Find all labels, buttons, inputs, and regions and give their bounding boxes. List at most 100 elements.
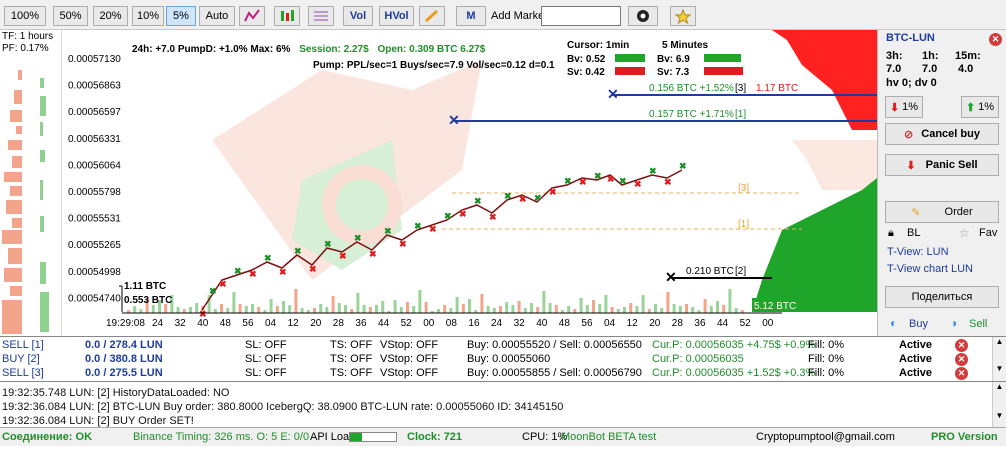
- eye-icon-button[interactable]: [628, 6, 658, 26]
- fav-label[interactable]: Fav: [979, 227, 997, 239]
- cancel-order-icon[interactable]: ✕: [955, 353, 968, 366]
- price-tick-label: 0.00054998: [68, 267, 121, 278]
- volume-bar: [486, 306, 490, 313]
- pencil-icon-button[interactable]: [419, 6, 445, 26]
- volume-bar: [554, 305, 558, 313]
- time-axis: 19:29:08 24 32 40 48 56 04 12 20 28 36 44 52 00 08 16 24…: [106, 318, 774, 329]
- zoom-50-button[interactable]: 50%: [53, 6, 88, 26]
- panic-sell-button[interactable]: ⬇ Panic Sell: [885, 154, 999, 176]
- trend-icon-button[interactable]: [239, 6, 265, 26]
- five-min-sv-bar: [704, 67, 743, 75]
- cursor-bv: Bv: 0.52: [567, 54, 606, 65]
- volume-bar: [226, 308, 230, 313]
- cancel-order-icon[interactable]: ✕: [955, 367, 968, 380]
- star-icon-button[interactable]: [670, 6, 696, 26]
- m-button[interactable]: M: [456, 6, 486, 26]
- time-tick-label: 32: [514, 318, 526, 329]
- time-tick-label: 12: [627, 318, 639, 329]
- trade-marker: ✖: [279, 267, 287, 277]
- time-tick-label: 12: [288, 318, 300, 329]
- lines-icon-button[interactable]: [308, 6, 334, 26]
- lines-icon: [314, 11, 328, 21]
- volume-bar: [579, 298, 583, 313]
- log-line: 19:32:36.084 LUN: [2] BUY Order SET!: [2, 415, 194, 427]
- order-sl: SL: OFF: [245, 339, 287, 351]
- buy-link[interactable]: Buy: [909, 318, 928, 330]
- time-tick-label: 00: [762, 318, 774, 329]
- scroll-up-icon[interactable]: ▲: [993, 337, 1006, 346]
- zoom-10-button[interactable]: 10%: [132, 6, 164, 26]
- order-amount: 0.0 / 275.5 LUN: [85, 367, 163, 379]
- five-min-title: 5 Minutes: [662, 40, 709, 51]
- volume-bar: [480, 294, 484, 313]
- cancel-order-icon[interactable]: ✕: [955, 339, 968, 352]
- price-chart[interactable]: [3] [1] ✕ ✕ ✕ 0.156 BTC +1.52% [3] 1.17 …: [62, 30, 877, 336]
- order-cur: Cur.P: 0.00056035: [652, 353, 744, 365]
- blacklist-lock-icon[interactable]: 🔒︎: [888, 227, 894, 240]
- arrow-up-icon: ⬆: [965, 101, 976, 114]
- volume-bar: [573, 309, 577, 313]
- volume-bar: [232, 292, 236, 313]
- zoom-100-button[interactable]: 100%: [4, 6, 46, 26]
- vol-button[interactable]: Vol: [343, 6, 373, 26]
- log-scrollbar[interactable]: ▲ ▼: [992, 382, 1006, 427]
- tview-link[interactable]: T-View: LUN: [887, 246, 949, 258]
- zoom-20-button[interactable]: 20%: [93, 6, 128, 26]
- sell-coin-icon[interactable]: ◑: [950, 316, 957, 330]
- log-scroll-down-icon[interactable]: ▼: [993, 411, 1006, 420]
- blacklist-label[interactable]: BL: [907, 227, 920, 239]
- trade-marker: ✖: [399, 239, 407, 249]
- session-value: Session: 2.27$: [299, 44, 369, 55]
- close-coin-icon[interactable]: ✕: [989, 33, 1002, 46]
- time-tick-label: 16: [468, 318, 480, 329]
- order-button[interactable]: ✎ Order: [885, 201, 999, 223]
- volume-bar: [195, 303, 199, 313]
- log-scroll-up-icon[interactable]: ▲: [993, 382, 1006, 391]
- zoom-auto-button[interactable]: Auto: [199, 6, 235, 26]
- volume-bar: [492, 308, 496, 313]
- order-row[interactable]: SELL [1] 0.0 / 278.4 LUN SL: OFF TS: OFF VSt…: [0, 339, 974, 353]
- zoom-5-button[interactable]: 5%: [166, 6, 196, 26]
- volume-bar: [133, 306, 137, 313]
- volume-profile: [2, 70, 49, 334]
- tview-chart-link[interactable]: T-View chart LUN: [887, 263, 973, 275]
- price-down-button[interactable]: ⬇ 1%: [885, 96, 923, 118]
- coin-title: BTC-LUN: [886, 32, 935, 44]
- add-market-input[interactable]: [541, 6, 621, 26]
- volume-bar: [505, 302, 509, 313]
- order-prices: Buy: 0.00055520 / Sell: 0.00056550: [467, 339, 642, 351]
- time-tick-label: 28: [672, 318, 684, 329]
- order-row[interactable]: BUY [2] 0.0 / 380.8 LUN SL: OFF TS: OFF VSto…: [0, 353, 974, 367]
- time-tick-label: 00: [423, 318, 435, 329]
- volume-bar: [499, 306, 502, 313]
- time-tick-label: 24: [152, 318, 164, 329]
- vol-label-1: 1.11 BTC: [124, 281, 166, 292]
- volume-bar: [381, 301, 385, 313]
- share-button[interactable]: Поделиться: [885, 286, 999, 308]
- indicator-icon-button[interactable]: [274, 6, 300, 26]
- order-row[interactable]: SELL [3] 0.0 / 275.5 LUN SL: OFF TS: OFF VSt…: [0, 367, 974, 381]
- volume-bar: [660, 308, 664, 313]
- price-up-button[interactable]: ⬆ 1%: [961, 96, 999, 118]
- volume-bar: [530, 303, 533, 313]
- volume-bar: [691, 307, 695, 313]
- hvol-button[interactable]: HVol: [379, 6, 414, 26]
- trade-marker: ✖: [504, 191, 512, 201]
- volume-bar: [437, 309, 440, 313]
- order-fill: Fill: 0%: [808, 367, 845, 379]
- scroll-down-icon[interactable]: ▼: [993, 364, 1006, 373]
- buy-coin-icon[interactable]: ◐: [890, 316, 897, 330]
- time-tick-label: 20: [649, 318, 661, 329]
- cancel-buy-button[interactable]: ⊘ Cancel buy: [885, 123, 999, 145]
- price-tick-label: 0.00056064: [68, 160, 121, 171]
- volume-bar: [368, 307, 372, 313]
- orders-scrollbar[interactable]: ▲ ▼: [992, 337, 1006, 381]
- volume-bar: [313, 308, 316, 313]
- fav-star-icon[interactable]: ☆: [959, 226, 970, 240]
- order-id: BUY [2]: [2, 353, 40, 365]
- price-tick-label: 0.00056331: [68, 134, 121, 145]
- volume-bar: [393, 300, 397, 313]
- sell-link[interactable]: Sell: [969, 318, 987, 330]
- order-vstop: VStop: OFF: [380, 353, 439, 365]
- chart-info-line: 24h: +7.0 PumpD: +1.0% Max: 6% Session: …: [132, 44, 485, 55]
